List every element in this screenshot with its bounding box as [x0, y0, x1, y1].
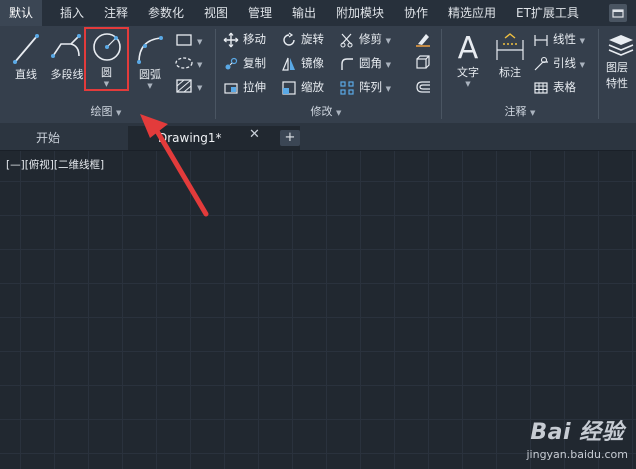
watermark-url: jingyan.baidu.com — [526, 448, 628, 461]
pointer-arrow — [140, 114, 209, 217]
watermark-logo: Bai 经验 — [530, 420, 625, 445]
baidu-jingyan-watermark: Bai 经验 jingyan.baidu.com — [526, 414, 628, 461]
